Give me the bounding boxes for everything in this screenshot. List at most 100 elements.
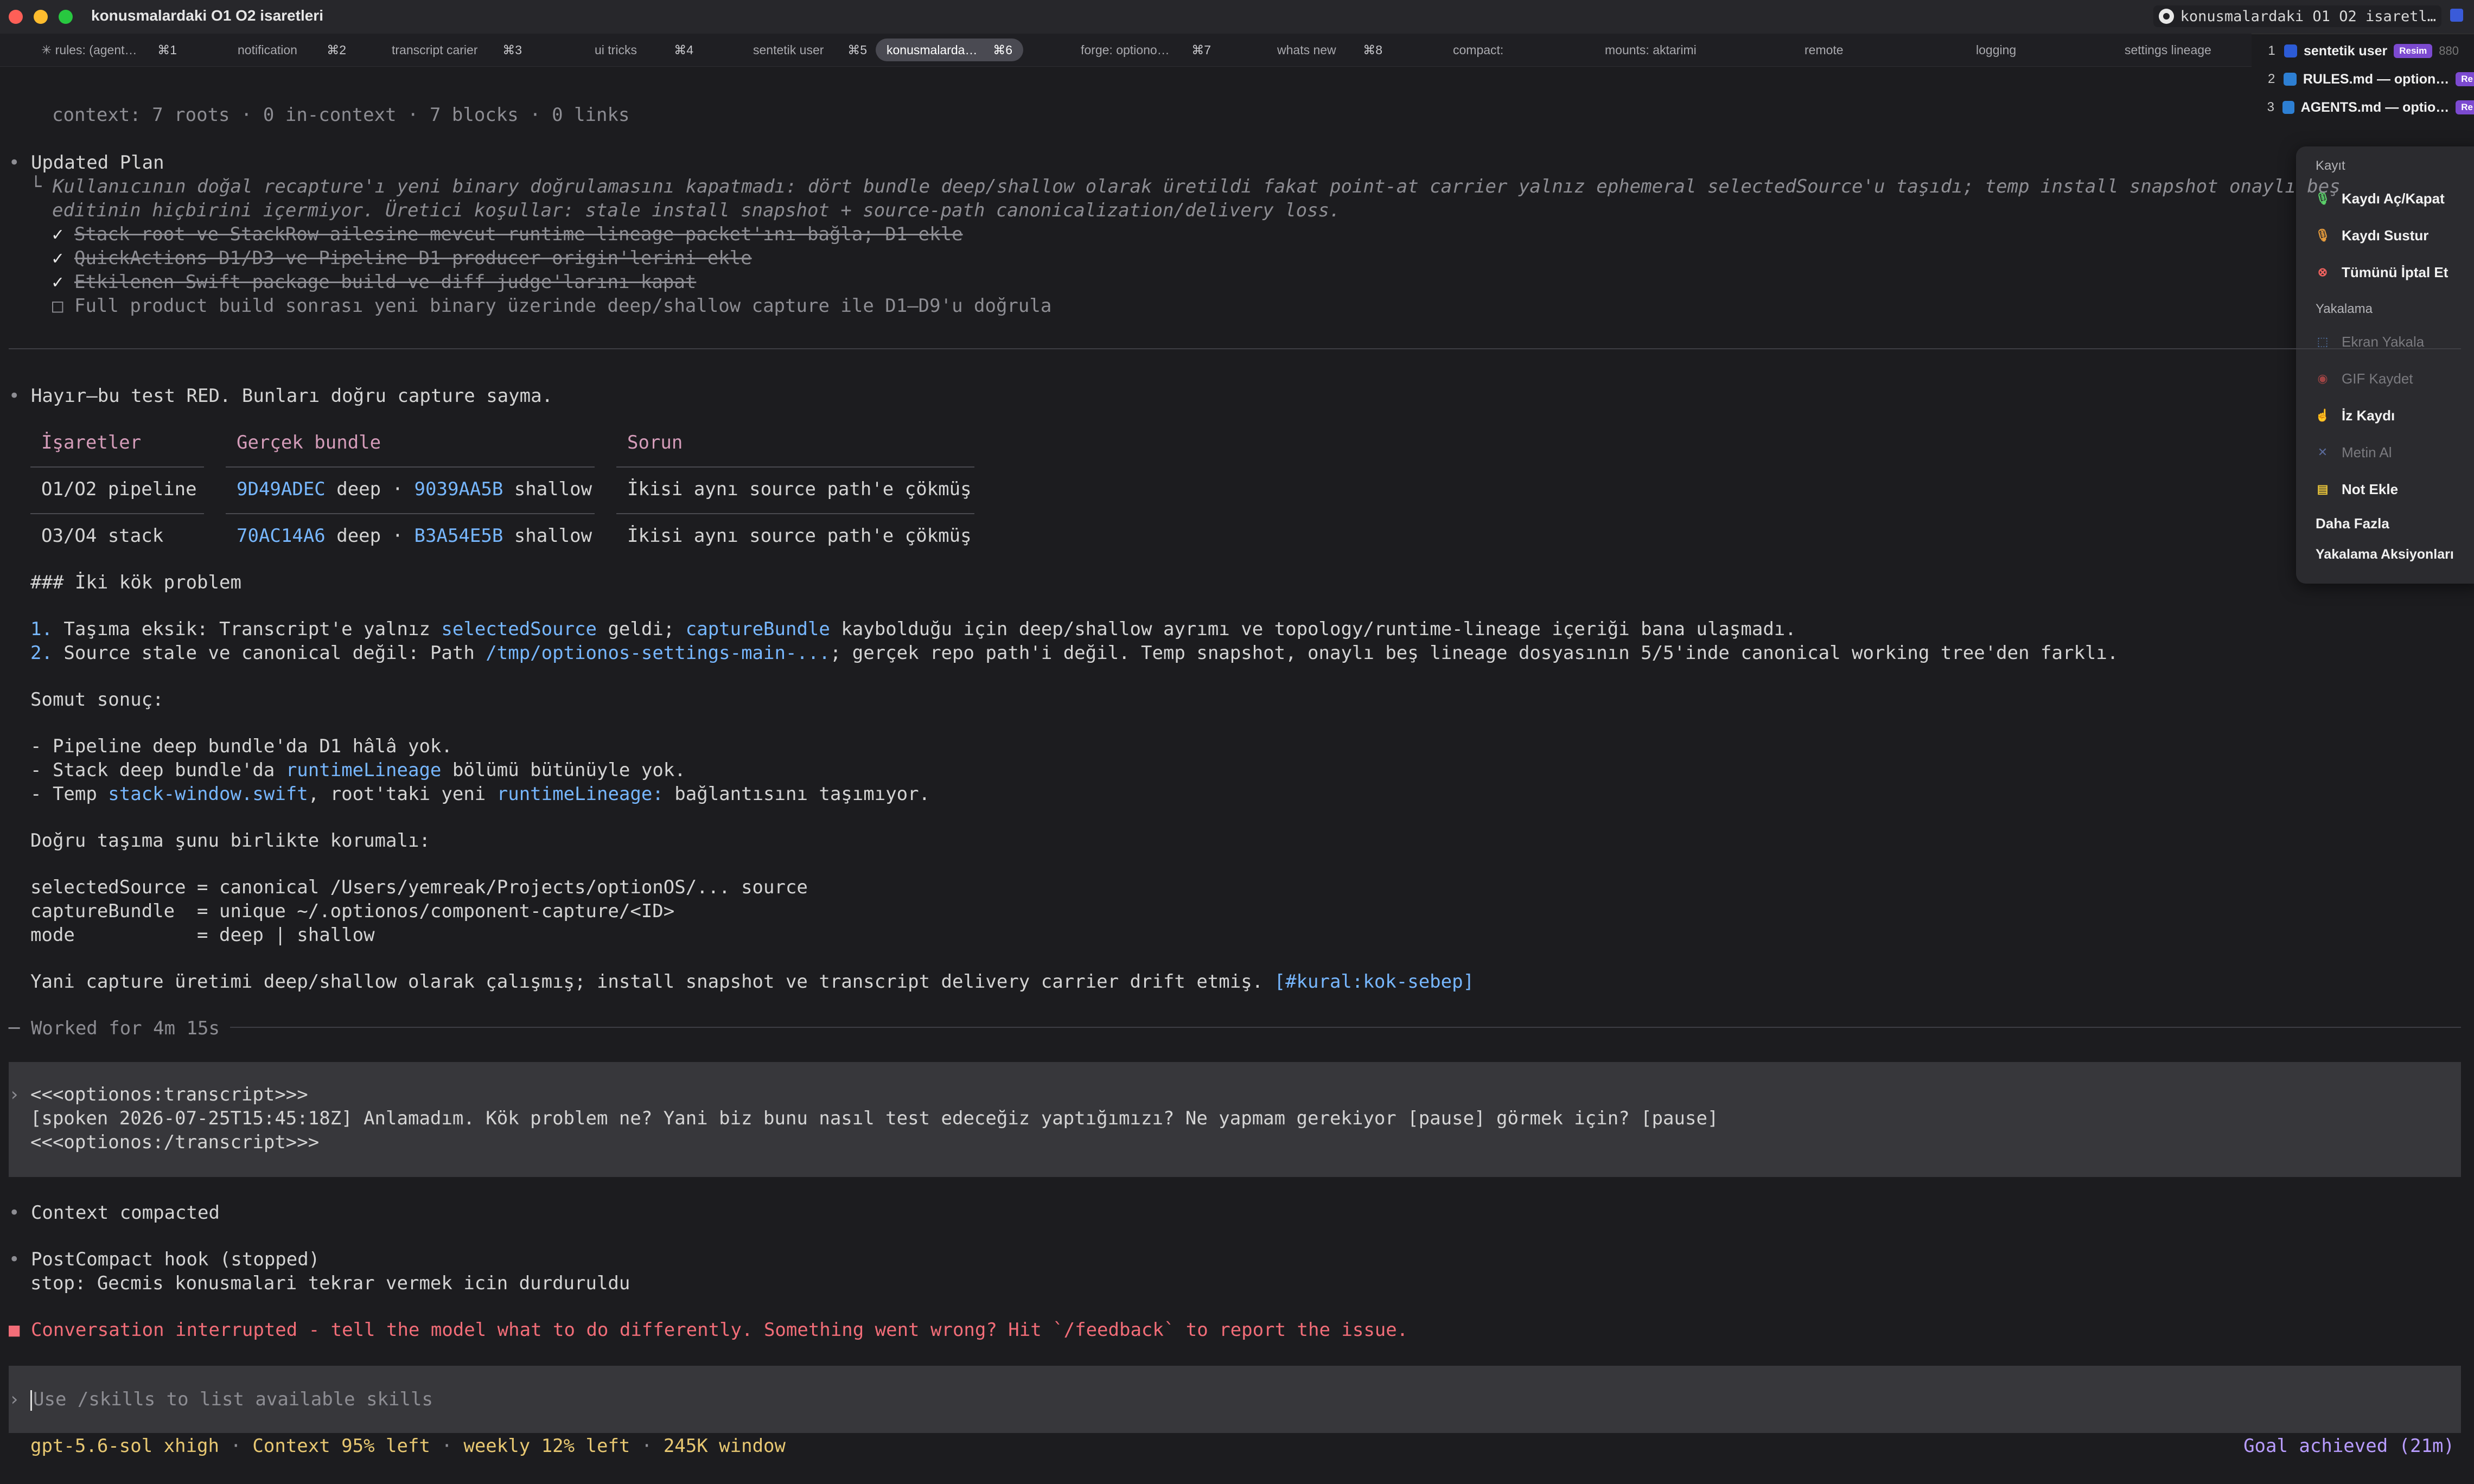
tab-label: forge: optiono… bbox=[1081, 42, 1170, 57]
tab-9[interactable]: compact: bbox=[1453, 39, 1503, 61]
window-title: konusmalardaki O1 O2 isaretleri bbox=[91, 7, 323, 24]
window-item-label: sentetik user bbox=[2304, 43, 2388, 59]
prompt-input[interactable]: Use /skills to list available skills bbox=[30, 1389, 433, 1411]
code-ref: runtimeLineage bbox=[285, 759, 442, 781]
code-ref: selectedSource bbox=[441, 618, 597, 640]
tab-label: transcript carier bbox=[392, 42, 478, 57]
list-number: 1. bbox=[30, 618, 53, 640]
plan-note-1: └ Kullanıcının doğal recapture'ı yeni bi… bbox=[30, 176, 2341, 197]
protect-title: Doğru taşıma şunu birlikte korumalı: bbox=[30, 830, 430, 852]
app-square-icon[interactable] bbox=[2450, 9, 2463, 22]
window-item-3[interactable]: 3 AGENTS.md — optio… Re bbox=[2261, 95, 2474, 119]
menu-item-grab-text[interactable]: ✕ Metin Al bbox=[2316, 440, 2392, 464]
minimize-window-button[interactable] bbox=[34, 10, 48, 24]
plan-header: • Updated Plan bbox=[9, 152, 164, 174]
tab-label: sentetik user bbox=[753, 42, 824, 57]
bullet-dot: • bbox=[9, 385, 31, 407]
tab-shortcut: ⌘2 bbox=[327, 42, 346, 57]
tab-6-active[interactable]: konusmalarda… ⌘6 bbox=[876, 39, 1023, 61]
tab-label: logging bbox=[1976, 42, 2017, 57]
github-icon bbox=[2158, 9, 2174, 24]
tab-label: whats new bbox=[1277, 42, 1336, 57]
context-window: 245K window bbox=[663, 1435, 786, 1457]
tab-label: settings lineage bbox=[2125, 42, 2211, 57]
stop-square-icon: ■ bbox=[9, 1319, 31, 1341]
plan-title: Updated Plan bbox=[30, 152, 164, 174]
tab-7[interactable]: forge: optiono… ⌘7 bbox=[1081, 39, 1211, 61]
menu-item-trace-record[interactable]: ☝ İz Kaydı bbox=[2315, 404, 2395, 427]
plan-item-text: QuickActions D1/D3 ve Pipeline D1 produc… bbox=[74, 247, 752, 269]
window-item-number: 1 bbox=[2268, 43, 2275, 58]
title-bar: konusmalardaki O1 O2 isaretleri konusmal… bbox=[0, 0, 2474, 34]
tab-label: ui tricks bbox=[595, 42, 637, 57]
window-item-2[interactable]: 2 RULES.md — option… Re bbox=[2261, 67, 2474, 91]
window-item-badge: Re bbox=[2456, 100, 2474, 114]
table-rule bbox=[226, 466, 595, 468]
close-window-button[interactable] bbox=[9, 10, 23, 24]
tab-8[interactable]: whats new ⌘8 bbox=[1277, 39, 1382, 61]
tab-bar: ✳ rules: (agent… ⌘1 notification ⌘2 transc… bbox=[0, 34, 2252, 67]
app-icon bbox=[2284, 44, 2297, 57]
goal-status: Goal achieved (21m) bbox=[2243, 1435, 2454, 1457]
table-cell: O3/O4 stack bbox=[41, 525, 164, 547]
verdict-text: Hayır—bu test RED. Bunları doğru capture… bbox=[30, 385, 553, 407]
concrete-item: - Temp stack-window.swift, root'taki yen… bbox=[30, 783, 930, 805]
divider bbox=[230, 1027, 2461, 1028]
menu-item-screen-capture[interactable]: ⬚ Ekran Yakala bbox=[2316, 330, 2425, 354]
tab-13[interactable]: settings lineage bbox=[2125, 39, 2211, 61]
plan-item-text: Full product build sonrası yeni binary ü… bbox=[74, 295, 1052, 317]
divider bbox=[9, 348, 2461, 349]
tab-10[interactable]: mounts: aktarimi bbox=[1605, 39, 1697, 61]
window-item-1[interactable]: 1 sentetik user Resim 880 bbox=[2261, 39, 2474, 63]
tab-shortcut: ⌘1 bbox=[157, 42, 177, 57]
window-item-badge: Resim bbox=[2394, 44, 2433, 58]
verdict-line: • Hayır—bu test RED. Bunları doğru captu… bbox=[9, 385, 553, 407]
user-message-line: <<<optionos:transcript>>> bbox=[30, 1084, 308, 1105]
plan-note-text: Kullanıcının doğal recapture'ı yeni bina… bbox=[52, 176, 2341, 197]
active-window-chip[interactable]: konusmalardaki O1 O2 isaretl… bbox=[2153, 5, 2441, 27]
menu-item-capture-actions[interactable]: Yakalama Aksiyonları bbox=[2316, 547, 2454, 562]
plan-item: ✓ Stack root ve StackRow ailesine mevcut… bbox=[52, 223, 963, 245]
table-cell: O1/O2 pipeline bbox=[41, 478, 197, 500]
worked-text: Worked for 4m 15s bbox=[30, 1018, 220, 1039]
code-ref: captureBundle bbox=[685, 618, 830, 640]
tab-label: remote bbox=[1805, 42, 1844, 57]
menu-item-label: Not Ekle bbox=[2342, 481, 2399, 497]
tab-4[interactable]: ui tricks ⌘4 bbox=[595, 39, 693, 61]
code-line: captureBundle = unique ~/.optionos/compo… bbox=[30, 900, 675, 922]
table-rule bbox=[30, 466, 204, 468]
plan-item: ✓ Etkilenen Swift package build ve diff … bbox=[52, 271, 696, 293]
checkbox-icon: □ bbox=[52, 295, 63, 317]
tab-1[interactable]: ✳ rules: (agent… ⌘1 bbox=[41, 39, 177, 61]
tab-label: compact: bbox=[1453, 42, 1504, 57]
mic-mute-icon: 🎙 bbox=[2315, 228, 2330, 242]
model-name[interactable]: gpt-5.6-sol xhigh bbox=[30, 1435, 219, 1457]
zoom-window-button[interactable] bbox=[59, 10, 73, 24]
menu-item-cancel-all[interactable]: ⊗ Tümünü İptal Et bbox=[2316, 260, 2449, 284]
check-icon: ✓ bbox=[52, 223, 63, 245]
vscode-icon bbox=[2282, 101, 2294, 114]
problem-text: kaybolduğu için deep/shallow ayrımı ve t… bbox=[830, 618, 1796, 640]
bundle-mode: shallow bbox=[503, 478, 592, 500]
menu-item-gif-record[interactable]: ◉ GIF Kaydet bbox=[2316, 367, 2413, 391]
menu-item-add-note[interactable]: ▤ Not Ekle bbox=[2316, 477, 2398, 501]
window-item-label: AGENTS.md — optio… bbox=[2300, 99, 2450, 115]
tab-11[interactable]: remote bbox=[1805, 39, 1844, 61]
tab-label: ✳ rules: (agent… bbox=[41, 42, 137, 57]
menu-item-mute-recording[interactable]: 🎙 Kaydı Sustur bbox=[2315, 223, 2428, 247]
bundle-mode: deep · bbox=[325, 525, 415, 547]
menu-item-label: Metin Al bbox=[2342, 444, 2392, 460]
concrete-item: - Stack deep bundle'da runtimeLineage bö… bbox=[30, 759, 686, 781]
tab-12[interactable]: logging bbox=[1976, 39, 2016, 61]
text-grab-icon: ✕ bbox=[2317, 445, 2328, 459]
problem-text: Source stale ve canonical değil: Path bbox=[52, 642, 486, 664]
tab-3[interactable]: transcript carier ⌘3 bbox=[392, 39, 522, 61]
context-left: Context 95% left bbox=[252, 1435, 430, 1457]
tab-2[interactable]: notification ⌘2 bbox=[238, 39, 346, 61]
window-switcher-list: 1 sentetik user Resim 880 2 RULES.md — o… bbox=[2261, 39, 2474, 131]
context-compacted: • Context compacted bbox=[9, 1202, 220, 1224]
tab-5[interactable]: sentetik user ⌘5 bbox=[753, 39, 867, 61]
problem-text: geldi; bbox=[596, 618, 686, 640]
table-rule bbox=[226, 513, 595, 514]
code-ref: stack-window.swift bbox=[108, 783, 308, 805]
